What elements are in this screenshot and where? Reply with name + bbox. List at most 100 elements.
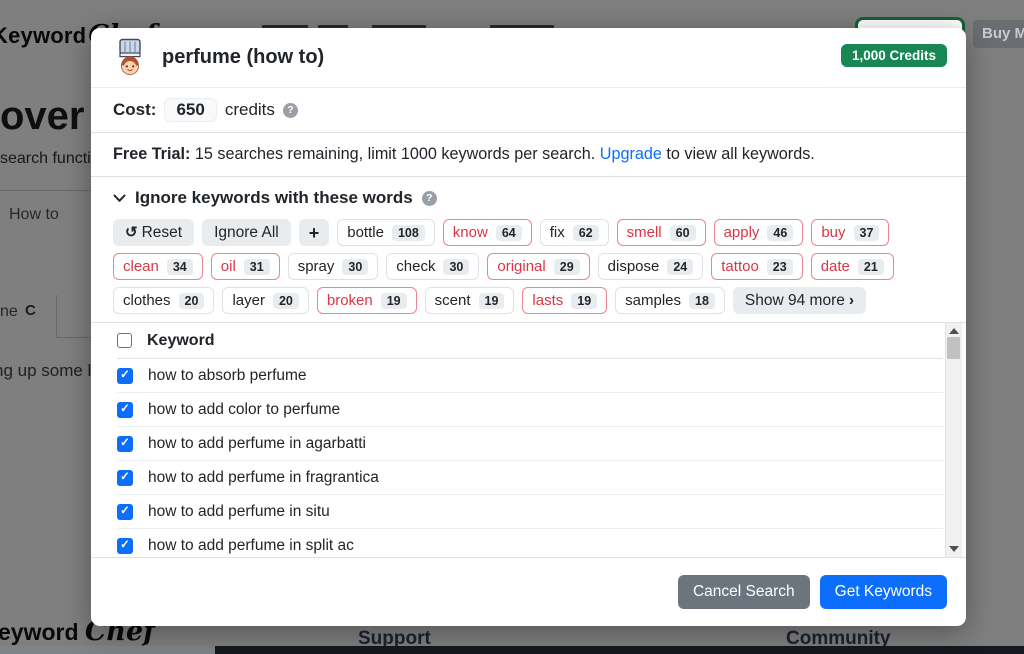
cost-row: Cost: 650 credits ?	[91, 88, 966, 133]
chip-word: layer	[232, 292, 265, 309]
add-word-button[interactable]: +	[299, 219, 330, 246]
row-checkbox[interactable]: ✓	[117, 436, 133, 452]
free-trial-label: Free Trial:	[113, 145, 190, 164]
chip-count: 60	[670, 225, 696, 241]
ignore-chip-original[interactable]: original 29	[487, 253, 589, 280]
keyword-column-header: Keyword	[147, 332, 215, 350]
reset-button[interactable]: ↺Reset	[113, 219, 194, 246]
chip-word: fix	[550, 224, 565, 241]
chip-count: 30	[342, 259, 368, 275]
upgrade-link[interactable]: Upgrade	[600, 145, 662, 164]
cost-help-icon[interactable]: ?	[283, 103, 298, 118]
scrollbar-thumb[interactable]	[947, 337, 960, 359]
chip-word: clean	[123, 258, 159, 275]
keyword-text: how to add perfume in fragrantica	[148, 469, 379, 487]
row-checkbox[interactable]: ✓	[117, 402, 133, 418]
chip-word: tattoo	[721, 258, 759, 275]
chef-logo-icon	[113, 38, 147, 78]
keyword-row: ✓how to add perfume in agarbatti	[117, 427, 943, 461]
chip-count: 29	[554, 259, 580, 275]
ignore-chip-broken[interactable]: broken 19	[317, 287, 417, 314]
keyword-row: ✓how to add perfume in situ	[117, 495, 943, 529]
keyword-list: Keyword ✓how to absorb perfume✓how to ad…	[91, 322, 966, 558]
chip-count: 24	[667, 259, 693, 275]
modal-title: perfume (how to)	[162, 46, 324, 69]
modal-footer: Cancel Search Get Keywords	[91, 558, 966, 625]
ignore-help-icon[interactable]: ?	[422, 191, 437, 206]
chip-word: bottle	[347, 224, 384, 241]
chip-count: 19	[381, 293, 407, 309]
chip-count: 20	[273, 293, 299, 309]
chip-count: 34	[167, 259, 193, 275]
keyword-row: ✓ how to add perfume in fragrantica	[117, 461, 943, 495]
undo-icon: ↺	[125, 224, 138, 241]
chevron-down-icon	[113, 194, 126, 203]
chip-count: 23	[767, 259, 793, 275]
app-screen: KeywordChef over search functio How to n…	[0, 0, 1024, 654]
scroll-up-arrow-icon[interactable]	[949, 328, 959, 334]
ignore-chip-know[interactable]: know64	[443, 219, 532, 246]
cancel-search-button[interactable]: Cancel Search	[678, 575, 810, 609]
bottom-strip-right	[215, 646, 1024, 654]
ignore-chip-buy[interactable]: buy37	[811, 219, 889, 246]
chip-count: 21	[858, 259, 884, 275]
keyword-search-modal: perfume (how to) 1,000 Credits Cost: 650…	[91, 28, 966, 626]
keyword-row: ✓how to add color to perfume	[117, 393, 943, 427]
chip-word: original	[497, 258, 545, 275]
free-trial-row: Free Trial: 15 searches remaining, limit…	[91, 133, 966, 177]
keyword-row: ✓how to add perfume in split ac	[117, 529, 943, 558]
keyword-table-header: Keyword	[117, 323, 943, 359]
chip-word: check	[396, 258, 435, 275]
ignore-chip-clothes[interactable]: clothes 20	[113, 287, 214, 314]
ignore-chip-clean[interactable]: clean 34	[113, 253, 203, 280]
ignore-chip-smell[interactable]: smell 60	[617, 219, 706, 246]
ignore-chip-date[interactable]: date 21	[811, 253, 894, 280]
ignore-chip-bottle[interactable]: bottle 108	[337, 219, 435, 246]
cost-label: Cost:	[113, 100, 156, 120]
ignore-chip-tattoo[interactable]: tattoo 23	[711, 253, 802, 280]
ignore-chip-spray[interactable]: spray 30	[288, 253, 379, 280]
ignore-chip-scent[interactable]: scent19	[425, 287, 515, 314]
ignore-chip-dispose[interactable]: dispose24	[598, 253, 704, 280]
keyword-text: how to absorb perfume	[148, 367, 307, 385]
free-trial-suffix: to view all keywords.	[662, 145, 815, 164]
row-checkbox[interactable]: ✓	[117, 504, 133, 520]
ignore-section-toggle[interactable]: Ignore keywords with these words ?	[113, 188, 944, 208]
credits-badge: 1,000 Credits	[841, 44, 947, 67]
ignore-chip-oil[interactable]: oil31	[211, 253, 280, 280]
chip-word: scent	[435, 292, 471, 309]
chip-count: 108	[392, 225, 425, 241]
chip-word: broken	[327, 292, 373, 309]
get-keywords-button[interactable]: Get Keywords	[820, 575, 947, 609]
ignore-chip-layer[interactable]: layer 20	[222, 287, 308, 314]
buy-more-button: Buy Mo	[973, 20, 1024, 48]
select-all-checkbox[interactable]	[117, 333, 132, 348]
chip-count: 37	[854, 225, 880, 241]
row-checkbox[interactable]: ✓	[117, 368, 133, 384]
chip-word: clothes	[123, 292, 171, 309]
ignore-chip-fix[interactable]: fix62	[540, 219, 609, 246]
scroll-down-arrow-icon[interactable]	[949, 546, 959, 552]
chip-word: date	[821, 258, 850, 275]
ignore-chips-container: ↺Reset Ignore All + bottle 108 know64 fix62…	[113, 219, 913, 314]
ignore-chip-apply[interactable]: apply46	[714, 219, 804, 246]
chip-count: 46	[767, 225, 793, 241]
chip-count: 30	[443, 259, 469, 275]
row-checkbox[interactable]: ✓	[117, 470, 133, 486]
free-trial-text: 15 searches remaining, limit 1000 keywor…	[190, 145, 599, 164]
chip-word: smell	[627, 224, 662, 241]
ignore-chip-check[interactable]: check 30	[386, 253, 479, 280]
show-more-button[interactable]: Show 94 more›	[733, 287, 866, 314]
cost-unit: credits	[225, 100, 275, 120]
chip-word: spray	[298, 258, 335, 275]
modal-header: perfume (how to) 1,000 Credits	[91, 28, 966, 88]
ignore-keywords-section: Ignore keywords with these words ? ↺Rese…	[91, 177, 966, 322]
chevron-right-icon: ›	[849, 292, 854, 309]
ignore-chip-samples[interactable]: samples18	[615, 287, 725, 314]
chip-count: 64	[496, 225, 522, 241]
ignore-all-button[interactable]: Ignore All	[202, 219, 291, 246]
row-checkbox[interactable]: ✓	[117, 538, 133, 554]
ignore-chip-lasts[interactable]: lasts19	[522, 287, 607, 314]
list-scrollbar[interactable]	[945, 323, 962, 557]
chip-count: 20	[179, 293, 205, 309]
